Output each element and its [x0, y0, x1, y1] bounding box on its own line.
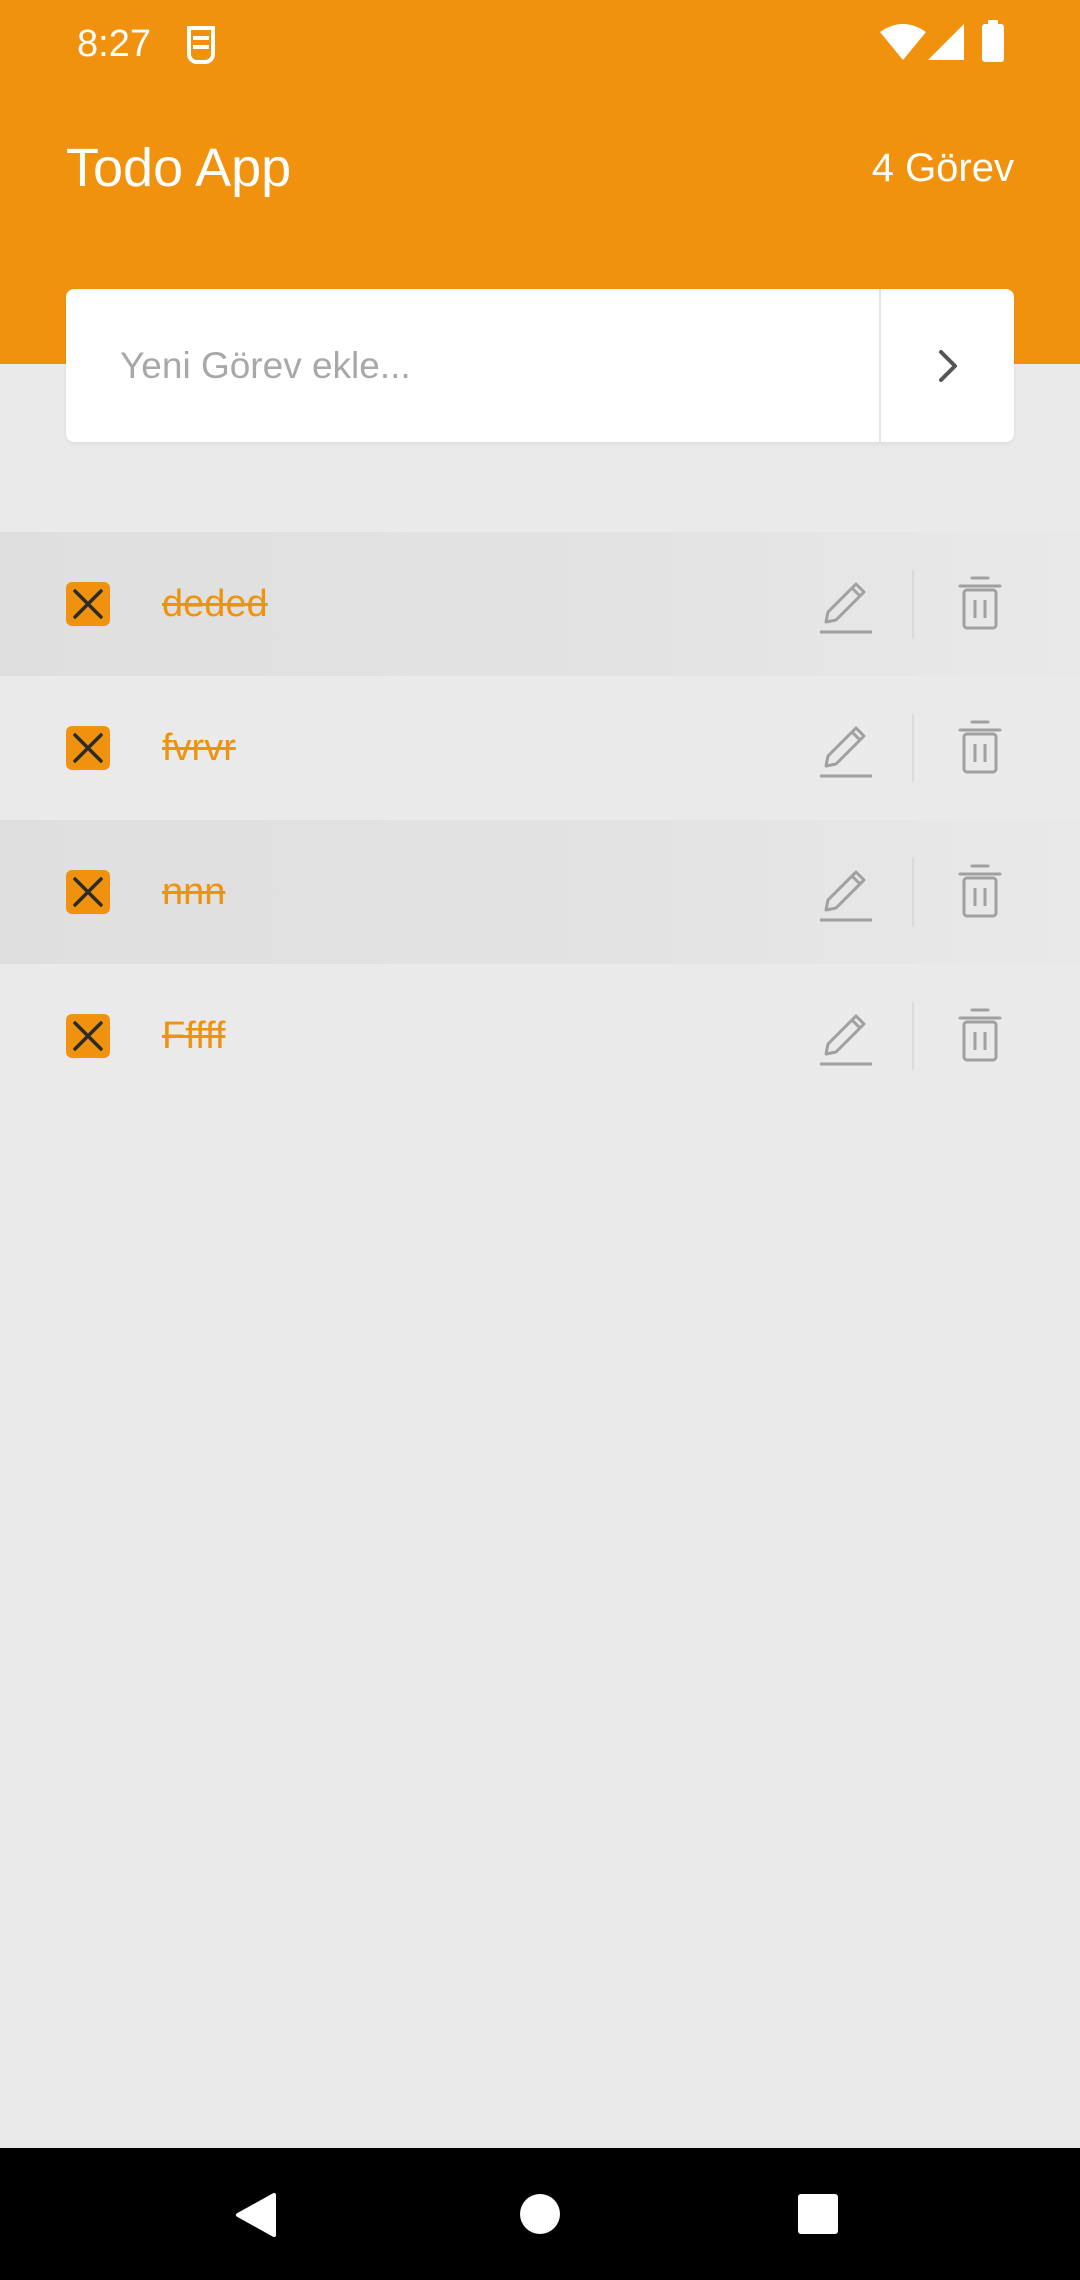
pencil-icon[interactable] [816, 716, 880, 780]
todo-row: fvrvr [0, 676, 1080, 820]
recents-square-icon[interactable] [797, 2193, 839, 2235]
row-divider [912, 714, 914, 782]
add-task-button[interactable] [881, 289, 1014, 442]
wifi-icon [880, 24, 926, 60]
pencil-icon[interactable] [816, 572, 880, 636]
chevron-right-icon [938, 349, 957, 382]
new-task-card [66, 289, 1014, 442]
todo-row: deded [0, 532, 1080, 676]
todo-text: fvrvr [162, 727, 236, 769]
trash-icon[interactable] [956, 716, 1004, 780]
checkbox-x-icon[interactable] [66, 726, 110, 770]
status-time: 8:27 [77, 23, 151, 65]
new-task-input[interactable] [66, 289, 880, 442]
checkbox-x-icon[interactable] [66, 870, 110, 914]
checkbox-x-icon[interactable] [66, 582, 110, 626]
row-divider [912, 570, 914, 638]
back-triangle-icon[interactable] [232, 2191, 280, 2239]
sim-card-icon [183, 22, 219, 66]
todo-text: deded [162, 583, 268, 625]
cell-signal-icon [928, 24, 964, 60]
pencil-icon[interactable] [816, 860, 880, 924]
row-divider [912, 858, 914, 926]
trash-icon[interactable] [956, 1004, 1004, 1068]
todo-row: Fffff [0, 964, 1080, 1108]
checkbox-x-icon[interactable] [66, 1014, 110, 1058]
battery-icon [982, 20, 1004, 62]
todo-text: Fffff [162, 1015, 226, 1057]
home-circle-icon[interactable] [518, 2192, 562, 2236]
todo-list: deded fvrvr nnn Fffff [0, 532, 1080, 1108]
trash-icon[interactable] [956, 572, 1004, 636]
system-nav-bar [0, 2148, 1080, 2280]
status-bar: 8:27 [0, 0, 1080, 88]
task-count: 4 Görev [871, 146, 1014, 190]
trash-icon[interactable] [956, 860, 1004, 924]
todo-row: nnn [0, 820, 1080, 964]
pencil-icon[interactable] [816, 1004, 880, 1068]
todo-text: nnn [162, 871, 226, 913]
row-divider [912, 1002, 914, 1070]
app-title: Todo App [66, 138, 292, 198]
